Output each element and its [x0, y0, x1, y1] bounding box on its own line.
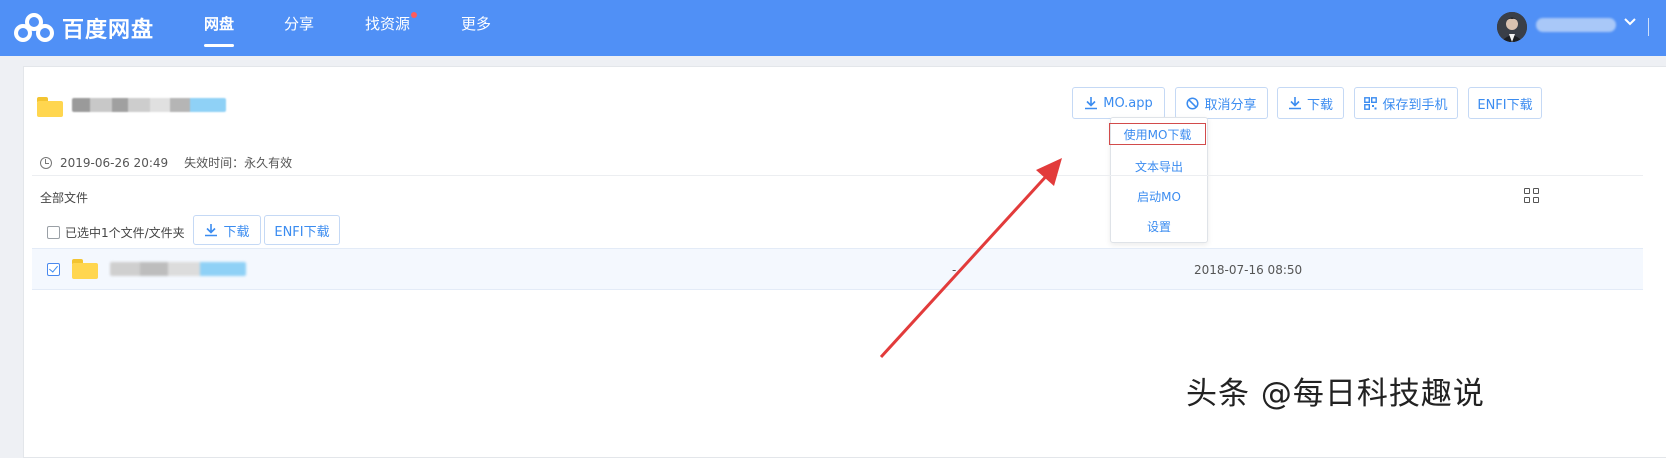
- app-logo[interactable]: 百度网盘: [14, 10, 214, 46]
- nav-item-share[interactable]: 分享: [284, 14, 314, 34]
- row-checkbox[interactable]: [47, 263, 60, 276]
- list-download-button[interactable]: 下载: [193, 215, 261, 245]
- list-enfi-download-label: ENFI下载: [274, 224, 330, 240]
- download-button[interactable]: 下载: [1277, 87, 1344, 119]
- table-row[interactable]: [32, 248, 1643, 290]
- menu-item-settings[interactable]: 设置: [1111, 218, 1207, 235]
- breadcrumb-all-files[interactable]: 全部文件: [40, 189, 88, 206]
- download-icon: [205, 224, 218, 237]
- folder-icon: [72, 259, 98, 279]
- select-all-checkbox[interactable]: [47, 226, 60, 239]
- nav-item-more[interactable]: 更多: [461, 14, 491, 34]
- nav-item-wangpan[interactable]: 网盘: [204, 14, 235, 47]
- section-divider: [32, 175, 1643, 176]
- watermark: 头条 @每日科技趣说: [1186, 376, 1485, 412]
- app-title: 百度网盘: [62, 18, 155, 43]
- list-enfi-download-button[interactable]: ENFI下载: [264, 215, 340, 245]
- folder-icon: [37, 97, 63, 117]
- save-to-phone-label: 保存到手机: [1382, 97, 1448, 113]
- mo-app-label: MO.app: [1103, 95, 1153, 111]
- expire-value: 永久有效: [244, 156, 293, 170]
- file-size: -: [952, 263, 957, 277]
- avatar-portrait-icon: [1497, 12, 1527, 42]
- expire-label: 失效时间：: [184, 156, 245, 170]
- save-to-phone-button[interactable]: 保存到手机: [1354, 87, 1458, 119]
- list-download-label: 下载: [223, 224, 250, 240]
- nav-item-find-resources[interactable]: 找资源: [365, 12, 418, 34]
- shared-folder-name-redacted: [72, 98, 226, 112]
- cloud-logo-icon: [14, 13, 54, 42]
- qr-code-icon: [1364, 96, 1378, 110]
- share-date: 2019-06-26 20:49: [60, 155, 169, 170]
- nav-item-find-resources-label: 找资源: [365, 15, 411, 33]
- top-navigation-bar: 百度网盘 网盘 分享 找资源 更多: [0, 0, 1666, 56]
- cancel-share-button[interactable]: 取消分享: [1175, 87, 1268, 119]
- notification-dot: [411, 12, 418, 18]
- user-avatar[interactable]: [1497, 12, 1527, 42]
- file-modified-date: 2018-07-16 08:50: [1194, 263, 1303, 277]
- menu-item-launch-mo[interactable]: 启动MO: [1111, 188, 1207, 205]
- menu-item-text-export[interactable]: 文本导出: [1111, 158, 1207, 175]
- top-divider: [1648, 18, 1649, 36]
- download-icon: [1288, 97, 1301, 110]
- username-redacted[interactable]: [1536, 18, 1616, 32]
- selection-count-label: 已选中1个文件/文件夹: [65, 226, 185, 240]
- mo-app-dropdown-menu: 使用MO下载 文本导出 启动MO 设置: [1109, 117, 1208, 243]
- clock-icon: [40, 156, 52, 169]
- share-info: 2019-06-26 20:49 失效时间： 永久有效: [40, 154, 292, 171]
- chevron-down-icon[interactable]: [1624, 15, 1636, 31]
- cancel-share-label: 取消分享: [1204, 97, 1257, 113]
- grid-view-icon[interactable]: [1524, 188, 1540, 204]
- file-name-redacted[interactable]: [110, 262, 246, 276]
- enfi-download-button[interactable]: ENFI下载: [1468, 87, 1542, 119]
- ban-icon: [1186, 96, 1200, 110]
- mo-app-button[interactable]: MO.app: [1072, 87, 1165, 119]
- menu-item-use-mo-download[interactable]: 使用MO下载: [1109, 123, 1206, 145]
- download-icon: [1085, 97, 1098, 110]
- enfi-download-label: ENFI下载: [1477, 97, 1533, 113]
- download-label: 下载: [1306, 97, 1333, 113]
